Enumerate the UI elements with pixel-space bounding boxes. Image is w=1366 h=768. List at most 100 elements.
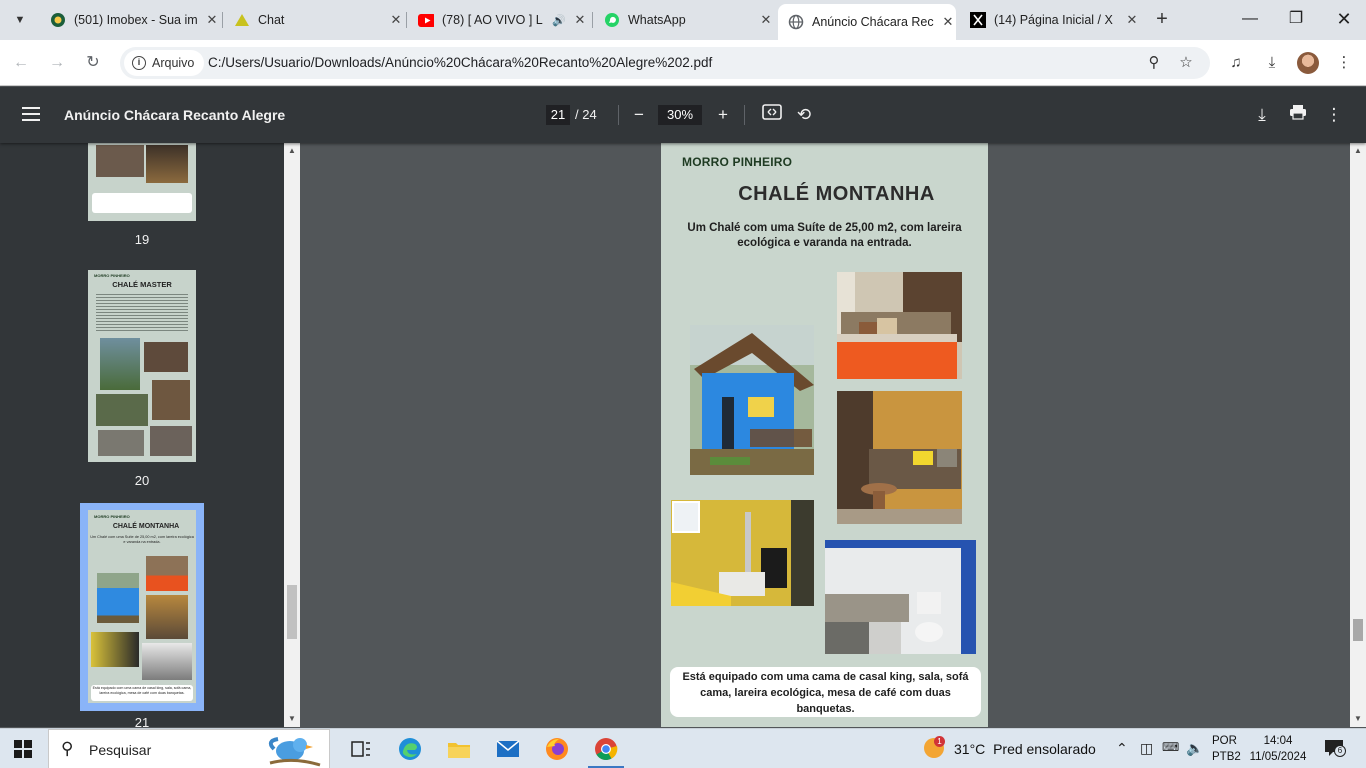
zoom-magnifier-icon[interactable]: ⚲ — [1144, 53, 1164, 73]
profile-avatar[interactable] — [1297, 52, 1319, 74]
edge-icon[interactable] — [397, 736, 423, 762]
file-explorer-icon[interactable] — [446, 736, 472, 762]
tab-imobex[interactable]: (501) Imobex - Sua im ✕ — [40, 6, 220, 34]
close-window-button[interactable]: ✕ — [1334, 8, 1354, 30]
close-icon[interactable]: ✕ — [758, 12, 774, 28]
sidebar-scroll-thumb[interactable] — [287, 585, 297, 639]
thumbnail-title: CHALÉ MASTER — [112, 280, 172, 289]
scroll-up-arrow-icon[interactable]: ▲ — [284, 146, 300, 155]
media-control-icon[interactable]: ♫ — [1225, 52, 1247, 74]
new-tab-button[interactable]: + — [1152, 8, 1172, 30]
tray-chevron-up-icon[interactable]: ⌃ — [1116, 740, 1128, 757]
network-device-icon[interactable]: ◫ — [1140, 740, 1153, 757]
speaker-icon[interactable]: 🔊 — [552, 14, 566, 27]
close-icon[interactable]: ✕ — [388, 12, 404, 28]
language-indicator[interactable]: POR PTB2 — [1212, 733, 1241, 765]
pdf-more-options-icon[interactable]: ⋮ — [1322, 103, 1346, 127]
thumbnail-sidebar: 19 MORRO PINHEIRO CHALÉ MASTER 20 MORRO … — [0, 143, 284, 727]
close-icon[interactable]: ✕ — [204, 12, 220, 28]
more-options-icon[interactable]: ⋮ — [1333, 52, 1355, 74]
thumbnail-page-20[interactable]: MORRO PINHEIRO CHALÉ MASTER — [88, 270, 196, 462]
weather-badge: 1 — [934, 736, 945, 747]
restore-button[interactable]: ❐ — [1286, 8, 1306, 30]
photo-kitchen — [671, 500, 814, 606]
rotate-icon[interactable]: ⟲ — [792, 103, 816, 127]
thumbnail-page-19[interactable] — [88, 143, 196, 221]
x-icon — [970, 12, 986, 28]
close-icon[interactable]: ✕ — [572, 12, 588, 28]
pdf-viewer[interactable]: MORRO PINHEIRO CHALÉ MONTANHA Um Chalé c… — [300, 143, 1350, 727]
page-subtitle: Um Chalé com uma Suíte de 25,00 m2, com … — [687, 222, 962, 249]
thumbnail-photo — [100, 338, 140, 390]
thumbnail-photo — [98, 430, 144, 456]
volume-icon[interactable]: 🔈 — [1186, 740, 1203, 757]
thumbnail-brand: MORRO PINHEIRO — [94, 514, 130, 519]
chrome-icon[interactable] — [593, 736, 619, 762]
zoom-out-icon[interactable]: − — [627, 103, 651, 127]
thumbnail-number: 20 — [134, 473, 150, 488]
page-number-input[interactable]: 21 — [546, 105, 570, 125]
sidebar-scrollbar[interactable]: ▲ ▼ — [284, 143, 300, 727]
pdf-download-icon[interactable]: ⤓ — [1250, 103, 1274, 127]
close-icon[interactable]: ✕ — [1124, 12, 1140, 28]
download-icon[interactable]: ⤓ — [1261, 52, 1283, 74]
thumbnail-page-21[interactable]: MORRO PINHEIRO CHALÉ MONTANHA Um Chalé c… — [88, 510, 196, 703]
thumbnail-subtitle: Um Chalé com uma Suíte de 25,00 m2, com … — [90, 535, 194, 544]
tab-separator — [222, 12, 223, 28]
zoom-in-icon[interactable]: + — [711, 103, 735, 127]
windows-start-icon[interactable] — [14, 740, 32, 758]
scroll-down-arrow-icon[interactable]: ▼ — [1350, 714, 1366, 723]
whatsapp-icon — [604, 12, 620, 28]
tab-separator — [406, 12, 407, 28]
photo-bedroom — [837, 272, 962, 379]
tab-youtube[interactable]: (78) [ AO VIVO ] L 🔊 ✕ — [408, 6, 588, 34]
minimize-button[interactable]: — — [1240, 8, 1260, 30]
thumbnail-photo — [96, 145, 144, 177]
tab-x[interactable]: (14) Página Inicial / X ✕ — [960, 6, 1140, 34]
weather-widget[interactable]: 31°C Pred ensolarado — [954, 741, 1096, 757]
tab-chat[interactable]: Chat ✕ — [224, 6, 404, 34]
ime-icon[interactable]: ⌨ — [1162, 740, 1179, 754]
address-bar[interactable]: i Arquivo C:/Users/Usuario/Downloads/Anú… — [120, 47, 1210, 79]
youtube-icon — [418, 12, 434, 28]
tab-whatsapp[interactable]: WhatsApp ✕ — [594, 6, 774, 34]
forward-button[interactable]: → — [46, 52, 68, 74]
tab-search-button[interactable]: ▼ — [8, 8, 32, 32]
firefox-icon[interactable] — [544, 736, 570, 762]
thumbnail-photo — [146, 595, 188, 639]
thumbnail-text-lines — [96, 292, 188, 332]
reload-button[interactable]: ↻ — [82, 52, 104, 74]
print-icon[interactable] — [1286, 103, 1310, 127]
thumbnail-photo — [152, 380, 190, 420]
info-icon: i — [132, 56, 146, 70]
chevron-down-icon: ▼ — [14, 14, 26, 26]
zoom-input[interactable]: 30% — [658, 105, 702, 125]
thumbnail-photo — [97, 573, 139, 623]
clock[interactable]: 14:04 11/05/2024 — [1248, 733, 1308, 765]
thumbnail-number: 19 — [134, 232, 150, 247]
page-total: / 24 — [575, 107, 597, 122]
task-view-icon[interactable] — [348, 736, 374, 762]
viewer-scroll-thumb[interactable] — [1353, 619, 1363, 641]
bookmark-star-icon[interactable]: ☆ — [1176, 53, 1196, 73]
thumbnail-title: CHALÉ MONTANHA — [112, 523, 180, 530]
mail-icon[interactable] — [495, 736, 521, 762]
site-info-chip[interactable]: i Arquivo — [124, 50, 205, 76]
viewer-scrollbar[interactable]: ▲ ▼ — [1350, 143, 1366, 727]
notification-center-icon[interactable]: 6 — [1324, 739, 1346, 757]
url-text[interactable]: C:/Users/Usuario/Downloads/Anúncio%20Chá… — [208, 55, 712, 70]
scroll-down-arrow-icon[interactable]: ▼ — [284, 714, 300, 723]
thumbnail-photo — [150, 426, 192, 456]
menu-icon[interactable] — [22, 107, 40, 121]
back-button[interactable]: ← — [10, 52, 32, 74]
photo-living-room — [837, 391, 962, 524]
close-icon[interactable]: ✕ — [940, 14, 956, 30]
page-brand: MORRO PINHEIRO — [682, 155, 793, 169]
scroll-up-arrow-icon[interactable]: ▲ — [1350, 146, 1366, 155]
page-title: CHALÉ MONTANHA — [738, 183, 935, 205]
notification-count: 6 — [1334, 745, 1346, 757]
thumbnail-photo — [91, 632, 139, 667]
tab-anuncio-active[interactable]: Anúncio Chácara Rec ✕ — [778, 4, 956, 40]
fit-to-page-icon[interactable] — [760, 103, 784, 127]
thumbnail-photo — [144, 342, 188, 372]
